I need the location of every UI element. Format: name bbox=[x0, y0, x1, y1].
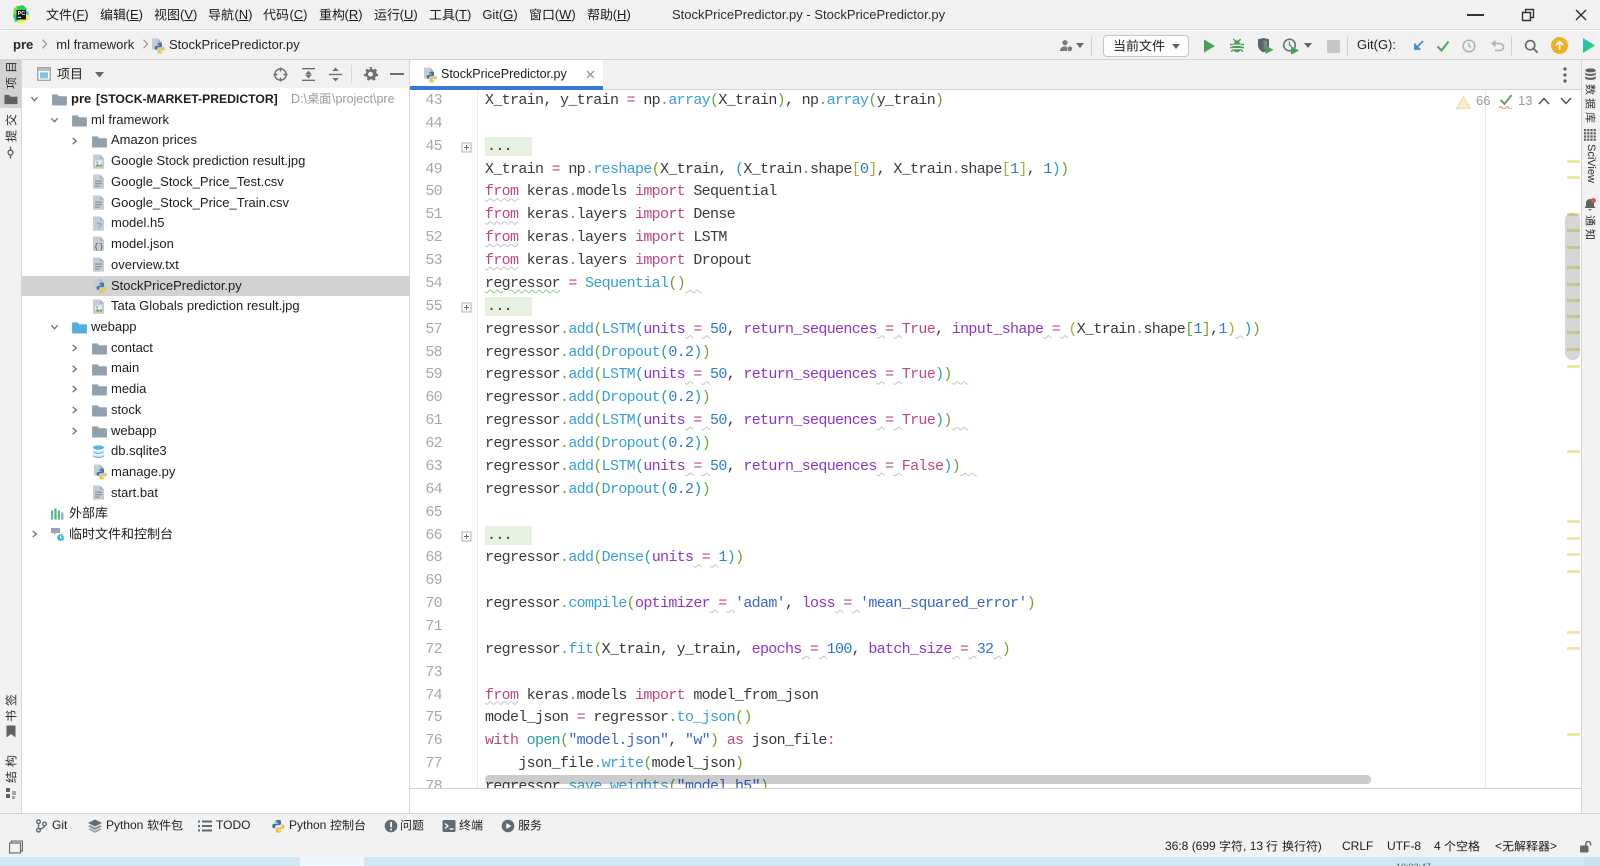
svg-text:PC: PC bbox=[18, 11, 26, 17]
